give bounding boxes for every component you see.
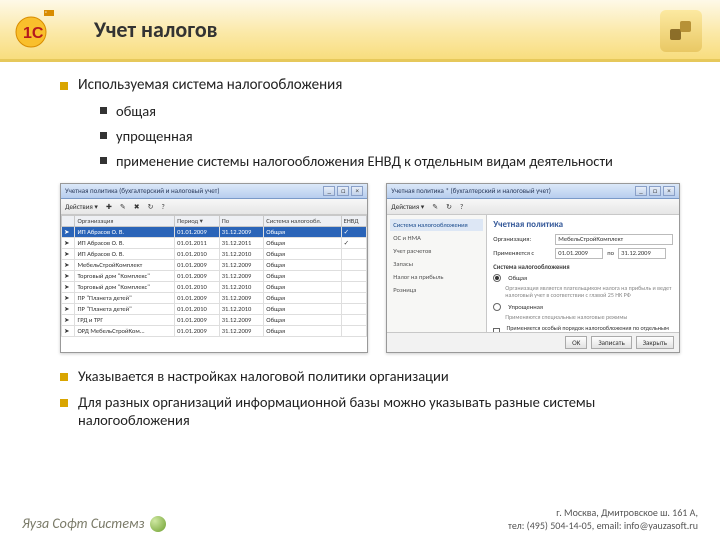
delete-icon[interactable]: ✖ — [134, 202, 140, 211]
nav-profit-tax[interactable]: Налог на прибыль — [390, 271, 483, 283]
panel-title: Учетная политика — [493, 219, 673, 230]
menu-actions[interactable]: Действия ▾ — [65, 202, 98, 211]
window-list: Учетная политика (бухгалтерский и налого… — [60, 183, 368, 353]
maximize-icon[interactable]: □ — [337, 186, 349, 196]
radio-simplified[interactable] — [493, 303, 501, 311]
bullet-1-text: Используемая система налогообложения — [78, 76, 342, 94]
nav-pane: Система налогообложения ОС и НМА Учет ра… — [387, 215, 487, 332]
nav-stock[interactable]: Запасы — [390, 258, 483, 270]
policy-table[interactable]: Организация Период ▾ По Система налогооб… — [61, 215, 367, 337]
svg-text:1С: 1С — [23, 25, 44, 42]
nav-calc[interactable]: Учет расчетов — [390, 245, 483, 257]
refresh-icon[interactable]: ↻ — [446, 202, 452, 211]
logo-1c: 1С ® — [14, 8, 66, 52]
label-org: Организация: — [493, 235, 551, 243]
bullet-2: Указывается в настройках налоговой полит… — [60, 367, 680, 385]
table-row[interactable]: ➤Торговый дом "Комплекс"01.01.200931.12.… — [62, 270, 367, 281]
col-from[interactable]: Период ▾ — [175, 215, 220, 226]
sub-2: упрощенная — [100, 127, 680, 146]
sub-1: общая — [100, 102, 680, 121]
date-to-field[interactable]: 31.12.2009 — [618, 248, 666, 259]
table-row[interactable]: ➤МебельСтройКомплект01.01.200931.12.2009… — [62, 259, 367, 270]
win1-toolbar: Действия ▾ ✚ ✎ ✖ ↻ ? — [61, 199, 367, 215]
save-button[interactable]: Записать — [591, 336, 631, 349]
win2-toolbar: Действия ▾ ✎ ↻ ? — [387, 199, 679, 215]
radio-general-label: Общая — [508, 274, 527, 282]
add-icon[interactable]: ✚ — [106, 202, 112, 211]
table-row[interactable]: ➤ИП Абрасов О. В.01.01.201131.12.2011Общ… — [62, 237, 367, 248]
ok-button[interactable]: OK — [565, 336, 587, 349]
win1-titlebar: Учетная политика (бухгалтерский и налого… — [61, 184, 367, 199]
note-simplified: Применяются специальные налоговые режимы — [505, 314, 673, 321]
win2-body: Система налогообложения ОС и НМА Учет ра… — [387, 215, 679, 332]
help-icon[interactable]: ? — [460, 202, 463, 211]
nav-tax-system[interactable]: Система налогообложения — [390, 219, 483, 231]
win2-title: Учетная политика * (бухгалтерский и нало… — [391, 186, 551, 195]
help-icon[interactable]: ? — [161, 202, 164, 211]
col-to[interactable]: По — [219, 215, 264, 226]
close-icon[interactable]: × — [351, 186, 363, 196]
nav-retail[interactable]: Розница — [390, 284, 483, 296]
table-row[interactable]: ➤Торговый дом "Комплекс"01.01.201031.12.… — [62, 281, 367, 292]
company-name: Яуза Софт Системз — [22, 515, 166, 532]
table-row[interactable]: ➤ИП Абрасов О. В.01.01.201031.12.2010Общ… — [62, 248, 367, 259]
table-row[interactable]: ➤ГРД и ТРГ01.01.200931.12.2009Общая — [62, 314, 367, 325]
form-buttons: OK Записать Закрыть — [387, 332, 679, 352]
win1-grid-wrap: Организация Период ▾ По Система налогооб… — [61, 215, 367, 352]
org-field[interactable]: МебельСтройКомплект — [555, 234, 673, 245]
table-row[interactable]: ➤ПР "Планета детей"01.01.201031.12.2010О… — [62, 303, 367, 314]
maximize-icon[interactable]: □ — [649, 186, 661, 196]
win2-titlebar: Учетная политика * (бухгалтерский и нало… — [387, 184, 679, 199]
minimize-icon[interactable]: _ — [635, 186, 647, 196]
win1-title: Учетная политика (бухгалтерский и налого… — [65, 186, 220, 195]
edit-icon[interactable]: ✎ — [120, 202, 126, 211]
minimize-icon[interactable]: _ — [323, 186, 335, 196]
window-form: Учетная политика * (бухгалтерский и нало… — [386, 183, 680, 353]
bullet-3: Для разных организаций информационной ба… — [60, 393, 680, 429]
slide-footer: Яуза Софт Системз г. Москва, Дмитровское… — [0, 506, 720, 532]
slide-title: Учет налогов — [94, 16, 218, 43]
slide-body: Используемая система налогообложения общ… — [0, 62, 720, 429]
sub-3: применение системы налогообложения ЕНВД … — [100, 152, 680, 171]
contact-line2: тел: (495) 504-14-05, email: info@yauzas… — [508, 519, 698, 532]
edit-icon[interactable]: ✎ — [432, 202, 438, 211]
form-pane: Учетная политика Организация: МебельСтро… — [487, 215, 679, 332]
table-row[interactable]: ➤ОРД МебельСтройКом...01.01.200931.12.20… — [62, 325, 367, 336]
col-envd[interactable]: ЕНВД — [341, 215, 367, 226]
bullet-1: Используемая система налогообложения общ… — [60, 76, 680, 171]
refresh-icon[interactable]: ↻ — [148, 202, 154, 211]
table-row[interactable]: ➤ИП Абрасов О. В.01.01.200931.12.2009Общ… — [62, 226, 367, 237]
menu-actions[interactable]: Действия ▾ — [391, 202, 424, 211]
header-decor-icon — [660, 10, 702, 52]
col-system[interactable]: Система налогообл. — [264, 215, 341, 226]
slide-header: 1С ® Учет налогов — [0, 0, 720, 62]
close-icon[interactable]: × — [663, 186, 675, 196]
screenshot-row: Учетная политика (бухгалтерский и налого… — [60, 183, 680, 353]
col-marker[interactable] — [62, 215, 75, 226]
svg-text:®: ® — [45, 10, 48, 17]
note-general: Организация является плательщиком налога… — [505, 285, 673, 299]
table-row[interactable]: ➤ПР "Планета детей"01.01.200931.12.2009О… — [62, 292, 367, 303]
label-period: Применяется с — [493, 249, 551, 257]
contact-block: г. Москва, Дмитровское ш. 161 А, тел: (4… — [508, 506, 698, 532]
contact-line1: г. Москва, Дмитровское ш. 161 А, — [508, 506, 698, 519]
nav-os-nma[interactable]: ОС и НМА — [390, 232, 483, 244]
label-sys: Система налогообложения — [493, 263, 569, 271]
close-button[interactable]: Закрыть — [636, 336, 674, 349]
globe-icon — [150, 516, 166, 532]
label-to: по — [607, 249, 614, 257]
radio-general[interactable] — [493, 274, 501, 282]
date-from-field[interactable]: 01.01.2009 — [555, 248, 603, 259]
radio-simplified-label: Упрощенная — [508, 303, 543, 311]
col-org[interactable]: Организация — [75, 215, 175, 226]
